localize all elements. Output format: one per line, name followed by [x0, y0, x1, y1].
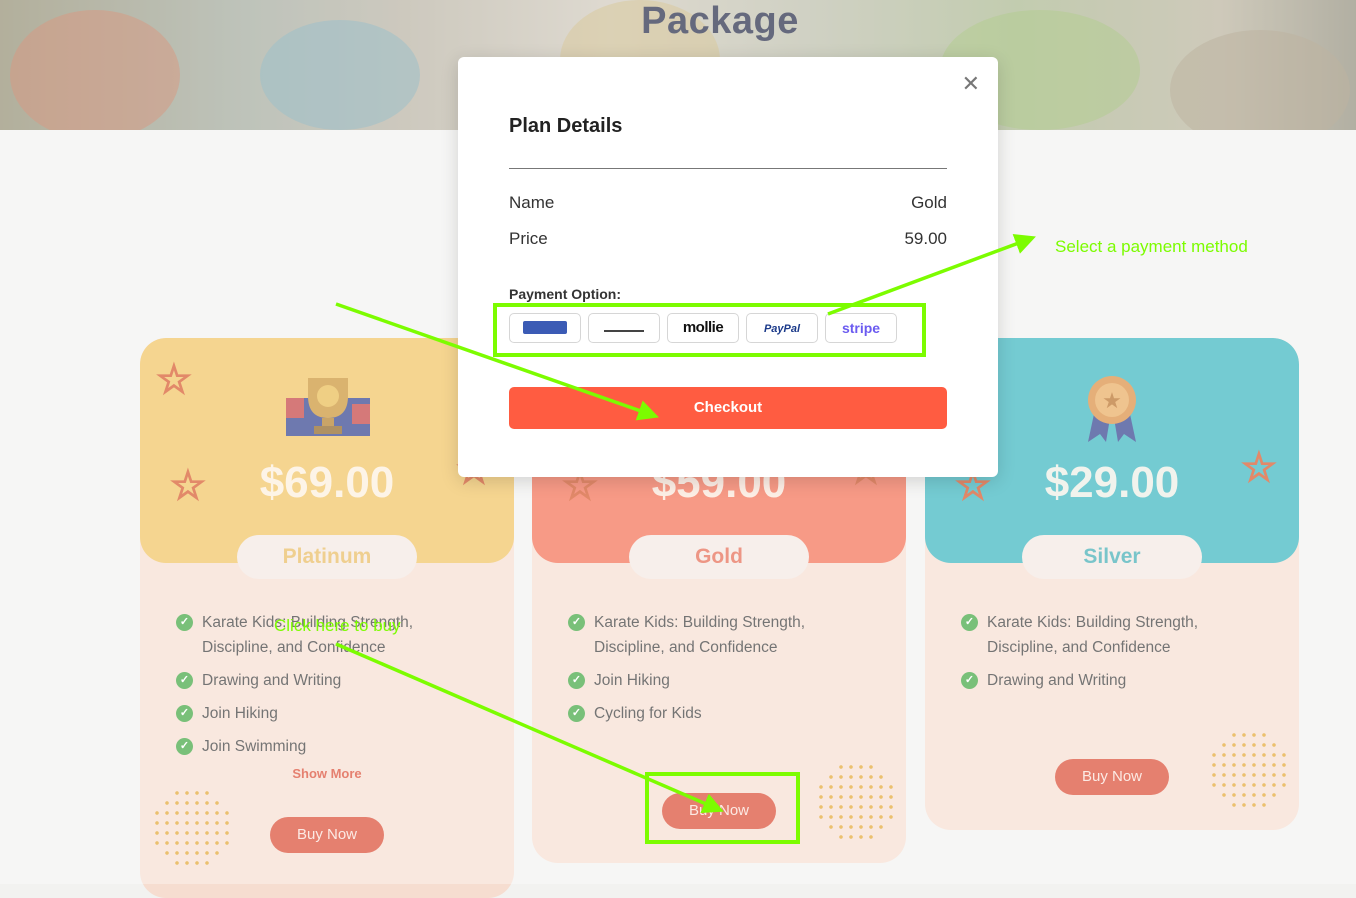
arrow-to-select-payment: [827, 234, 1036, 316]
annotation-arrows: [335, 234, 1036, 813]
arrow-to-checkout: [335, 302, 659, 421]
arrow-to-buy-now: [335, 642, 724, 813]
